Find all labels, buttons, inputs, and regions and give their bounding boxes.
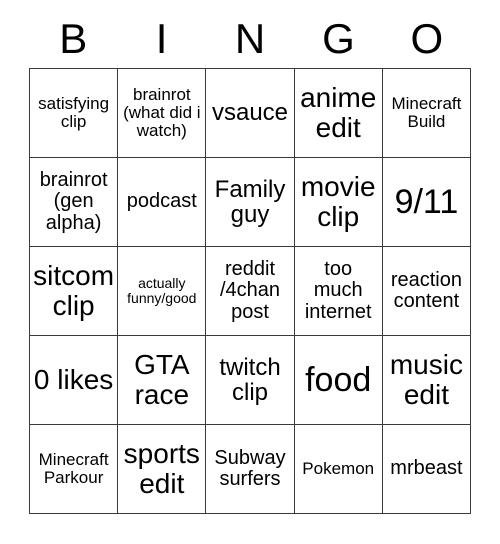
bingo-cell-label: actually funny/good: [127, 275, 197, 306]
bingo-cell-label: satisfying clip: [38, 93, 110, 131]
bingo-cell-o1[interactable]: Minecraft Build: [382, 69, 472, 158]
bingo-cell-g3[interactable]: too much internet: [294, 247, 383, 336]
bingo-card: B I N G O satisfying clip brainrot (what…: [29, 10, 472, 514]
bingo-cell-n1[interactable]: vsauce: [206, 69, 295, 158]
bingo-cell-label: GTA race: [134, 349, 190, 410]
bingo-cell-label: Subway surfers: [214, 446, 286, 490]
bingo-cell-g2[interactable]: movie clip: [294, 158, 383, 247]
bingo-cell-label: reaction content: [390, 268, 462, 312]
bingo-cell-label: brainrot (gen alpha): [39, 169, 108, 234]
bingo-cell-o4[interactable]: music edit: [382, 336, 472, 425]
bingo-grid-row: satisfying clip brainrot (what did i wat…: [30, 69, 472, 158]
bingo-cell-label: food: [305, 360, 372, 399]
bingo-cell-b1[interactable]: satisfying clip: [30, 69, 119, 158]
bingo-header-letter-g: G: [322, 15, 355, 62]
bingo-cell-g1[interactable]: anime edit: [294, 69, 383, 158]
bingo-cell-i3[interactable]: actually funny/good: [118, 247, 207, 336]
bingo-grid-row: brainrot (gen alpha) podcast Family guy …: [30, 158, 472, 247]
bingo-cell-g4[interactable]: food: [294, 336, 383, 425]
bingo-cell-i4[interactable]: GTA race: [118, 336, 207, 425]
bingo-header-row: B I N G O: [29, 10, 471, 68]
bingo-cell-label: brainrot (what did i watch): [123, 84, 201, 140]
bingo-cell-label: sports edit: [123, 438, 200, 499]
bingo-cell-n2[interactable]: Family guy: [206, 158, 295, 247]
bingo-grid-row: Minecraft Parkour sports edit Subway sur…: [30, 425, 472, 514]
bingo-cell-label: movie clip: [300, 171, 376, 232]
bingo-cell-i1[interactable]: brainrot (what did i watch): [118, 69, 207, 158]
bingo-cell-label: 0 likes: [33, 364, 114, 396]
bingo-cell-b2[interactable]: brainrot (gen alpha): [30, 158, 119, 247]
bingo-cell-b5[interactable]: Minecraft Parkour: [30, 425, 119, 514]
bingo-cell-label: vsauce: [211, 99, 289, 127]
bingo-cell-n5[interactable]: Subway surfers: [206, 425, 295, 514]
bingo-cell-b3[interactable]: sitcom clip: [30, 247, 119, 336]
bingo-cell-label: podcast: [126, 190, 197, 213]
bingo-cell-label: twitch clip: [219, 353, 281, 406]
bingo-cell-label: music edit: [389, 349, 463, 410]
bingo-cell-label: Minecraft Build: [391, 93, 462, 131]
bingo-cell-i2[interactable]: podcast: [118, 158, 207, 247]
bingo-header-letter-i: I: [155, 15, 168, 62]
bingo-cell-label: Minecraft Parkour: [38, 449, 109, 487]
bingo-cell-o2[interactable]: 9/11: [382, 158, 472, 247]
bingo-cell-i5[interactable]: sports edit: [118, 425, 207, 514]
bingo-cell-n3[interactable]: reddit /4chan post: [206, 247, 295, 336]
bingo-cell-label: Pokemon: [302, 458, 375, 478]
bingo-cell-o3[interactable]: reaction content: [382, 247, 472, 336]
bingo-header-letter-n: N: [234, 15, 266, 62]
bingo-cell-label: 9/11: [394, 182, 459, 221]
bingo-cell-label: anime edit: [300, 82, 377, 143]
bingo-cell-o5[interactable]: mrbeast: [382, 425, 472, 514]
bingo-header-letter-o: O: [410, 15, 444, 62]
bingo-cell-label: reddit /4chan post: [219, 258, 281, 323]
bingo-cell-n4[interactable]: twitch clip: [206, 336, 295, 425]
bingo-cell-label: sitcom clip: [33, 260, 115, 321]
bingo-cell-label: too much internet: [304, 258, 372, 323]
bingo-grid-row: 0 likes GTA race twitch clip food music …: [30, 336, 472, 425]
bingo-cell-label: Family guy: [214, 175, 286, 228]
bingo-grid: satisfying clip brainrot (what did i wat…: [29, 68, 472, 514]
bingo-cell-label: mrbeast: [390, 457, 463, 480]
bingo-cell-g5[interactable]: Pokemon: [294, 425, 383, 514]
bingo-grid-row: sitcom clip actually funny/good reddit /…: [30, 247, 472, 336]
bingo-header-letter-b: B: [59, 15, 88, 62]
bingo-cell-b4[interactable]: 0 likes: [30, 336, 119, 425]
